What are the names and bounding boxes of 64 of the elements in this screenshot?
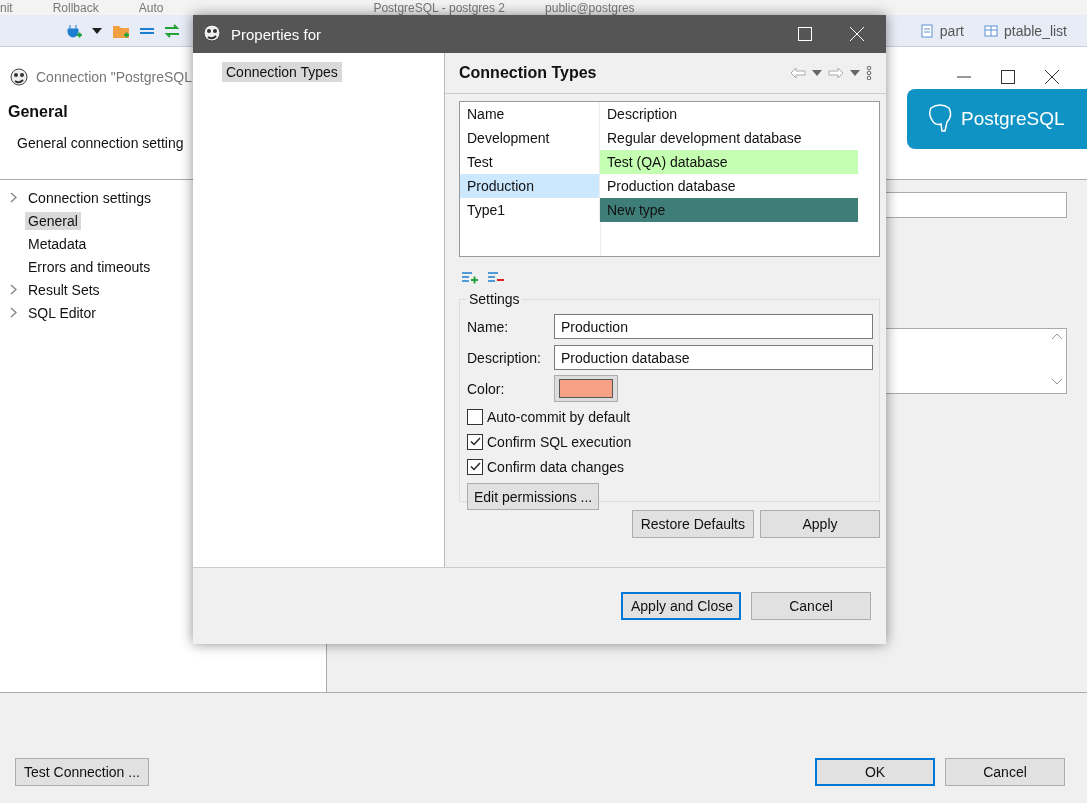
page-button[interactable]: Restore Defaults — [631, 510, 754, 538]
chevron-icon[interactable] — [10, 192, 17, 203]
input-field[interactable]: Production — [554, 314, 873, 339]
checkbox-label: Confirm SQL execution — [487, 433, 632, 450]
add-row-icon[interactable] — [461, 271, 479, 285]
close-icon[interactable] — [1045, 70, 1059, 84]
column-header[interactable]: Name — [460, 102, 600, 126]
tree-item[interactable]: SQL Editor — [25, 303, 99, 322]
toolbar-label[interactable]: PostgreSQL - postgres 2 — [373, 1, 506, 15]
window-title: Properties for — [231, 25, 322, 43]
dialog-button[interactable]: Test Connection ... — [15, 758, 149, 786]
tree-item[interactable]: Connection settings — [25, 188, 154, 207]
toolbar-label[interactable]: Auto — [138, 1, 164, 15]
plug-icon[interactable] — [66, 22, 82, 39]
page-heading: General — [8, 103, 69, 121]
table-cell[interactable]: Production — [460, 174, 600, 198]
column-header[interactable]: Description — [600, 102, 858, 126]
field-label: Name: — [467, 318, 510, 335]
checkbox[interactable] — [467, 433, 483, 450]
window-title: Connection "PostgreSQL — [36, 69, 192, 85]
checkbox-label: Confirm data changes — [487, 458, 624, 475]
dialog-button[interactable]: OK — [815, 758, 935, 786]
checkbox-label: Auto-commit by default — [487, 408, 631, 425]
chevron-icon[interactable] — [10, 284, 17, 295]
forward-arrow-icon[interactable] — [828, 67, 844, 79]
table-cell[interactable]: Production database — [600, 174, 858, 198]
more-icon[interactable] — [866, 66, 872, 80]
checkbox[interactable] — [467, 408, 483, 425]
dialog-button[interactable]: Apply and Close — [621, 592, 741, 620]
logo-text: PostgreSQL — [961, 108, 1065, 130]
document-icon — [919, 23, 934, 38]
page-title: Connection Types — [459, 64, 597, 82]
page-description: General connection setting — [16, 135, 184, 151]
nav-item[interactable]: Connection Types — [222, 62, 342, 82]
color-button[interactable] — [554, 375, 618, 402]
dialog-button[interactable]: Cancel — [945, 758, 1065, 786]
toolbar-label[interactable]: public@postgres — [545, 1, 635, 15]
back-arrow-icon[interactable] — [790, 67, 806, 79]
table-cell[interactable]: New type — [600, 198, 858, 222]
edit-permissions-button[interactable]: Edit permissions ... — [467, 483, 600, 510]
page-button[interactable]: Apply — [760, 510, 880, 538]
table-cell[interactable]: Development — [460, 126, 600, 150]
tree-item[interactable]: General — [25, 211, 81, 230]
tree-item[interactable]: Errors and timeouts — [25, 257, 154, 276]
table-icon — [983, 23, 998, 38]
remove-row-icon[interactable] — [487, 271, 505, 285]
checkbox[interactable] — [467, 458, 483, 475]
field-label: Description: — [467, 349, 542, 366]
table-cell[interactable]: Regular development database — [600, 126, 858, 150]
maximize-icon[interactable] — [1001, 70, 1015, 84]
caret-icon[interactable] — [92, 27, 102, 34]
field-label: Color: — [467, 380, 506, 397]
tree-item[interactable]: Result Sets — [25, 280, 103, 299]
toolbar-label[interactable]: nit — [0, 1, 13, 15]
editor-tab[interactable]: ptable_list — [983, 22, 1067, 39]
input-field[interactable]: Production database — [554, 345, 873, 370]
tree-item[interactable]: Metadata — [25, 234, 90, 253]
group-label: Settings — [468, 291, 521, 307]
chevron-icon[interactable] — [10, 307, 17, 318]
dialog-button[interactable]: Cancel — [751, 592, 871, 620]
toolbar-label[interactable]: Rollback — [52, 1, 99, 15]
editor-tab[interactable]: part — [919, 22, 964, 39]
table-cell[interactable]: Test (QA) database — [600, 150, 858, 174]
sync-icon[interactable] — [164, 23, 180, 38]
